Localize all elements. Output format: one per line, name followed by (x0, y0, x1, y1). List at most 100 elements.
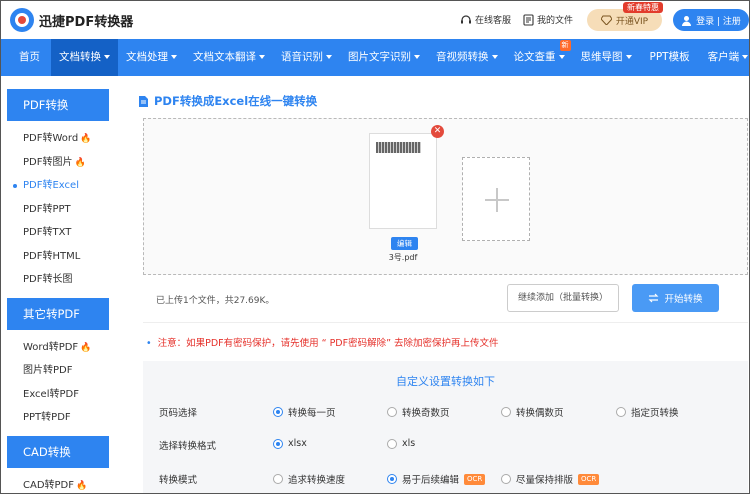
radio-convert-every-page[interactable]: 转换每一页 (273, 405, 336, 419)
sidebar-item-pdf-to-long-image[interactable]: PDF转长图 (7, 268, 109, 292)
diamond-icon (600, 15, 612, 25)
nav-item-doc-process[interactable]: 文档处理 (118, 39, 185, 76)
radio-convert-even-pages[interactable]: 转换偶数页 (501, 405, 564, 419)
notice-text: 注意：如果PDF有密码保护，请先使用 “ PDF密码解除” 去除加密保护再上传文… (157, 338, 499, 349)
nav-item-av[interactable]: 音视频转换 (428, 39, 506, 76)
sidebar-item-label: 图片转PDF (23, 365, 73, 376)
sidebar-item-label: Excel转PDF (23, 388, 79, 400)
nav-label: 思维导图 (580, 51, 623, 63)
chevron-down-icon (259, 55, 265, 59)
sidebar-item-label: PDF转Word (23, 133, 79, 144)
my-files-link[interactable]: 我的文件 (523, 13, 573, 26)
sidebar-item-label: PPT转PDF (23, 412, 71, 423)
upload-summary: 已上传1个文件，共27.69K。 (156, 296, 275, 306)
radio-mode-layout[interactable]: 尽量保持排版 OCR (501, 472, 600, 486)
password-notice: • 注意：如果PDF有密码保护，请先使用 “ PDF密码解除” 去除加密保护再上传… (146, 335, 499, 349)
document-icon (139, 95, 148, 107)
sidebar-item-pdf-to-image[interactable]: PDF转图片 🔥 (7, 151, 109, 175)
ocr-badge: OCR (464, 473, 486, 485)
start-convert-button[interactable]: 开始转换 (632, 284, 719, 312)
nav-label: 文档转换 (59, 51, 101, 63)
sidebar-item-label: CAD转PDF (23, 479, 75, 491)
radio-convert-odd-pages[interactable]: 转换奇数页 (387, 405, 450, 419)
sidebar-item-ppt-to-pdf[interactable]: PPT转PDF (7, 406, 109, 430)
radio-selected-icon (273, 438, 283, 449)
online-service-label: 在线客服 (475, 16, 512, 26)
nav-item-translate[interactable]: 文档文本翻译 (185, 39, 273, 76)
sidebar-item-label: PDF转图片 (23, 156, 73, 168)
nav-item-ppt[interactable]: PPT模板 (640, 39, 700, 76)
nav-label: 图片文字识别 (348, 51, 411, 63)
settings-title: 自定义设置转换如下 (396, 375, 495, 388)
nav-label: 首页 (19, 51, 40, 63)
chevron-down-icon (104, 55, 110, 59)
promo-badge: 新春特惠 (623, 2, 663, 13)
nav-item-mindmap[interactable]: 思维导图 (573, 39, 640, 76)
sidebar-item-word-to-pdf[interactable]: Word转PDF 🔥 (7, 336, 109, 360)
login-register-button[interactable]: 登录 | 注册 (673, 9, 749, 31)
sidebar-item-label: PDF转PPT (23, 203, 71, 215)
sidebar-section-pdf-convert[interactable]: PDF转换 (7, 89, 109, 121)
brand-name: 迅捷PDF转换器 (39, 15, 134, 30)
nav-item-ocr[interactable]: 图片文字识别 (340, 39, 428, 76)
nav-item-plagiarism[interactable]: 论文查重新 (506, 39, 573, 76)
sidebar-item-label: PDF转长图 (23, 274, 73, 285)
edit-file-button[interactable]: 编辑 (391, 237, 418, 250)
add-file-button[interactable] (462, 157, 530, 241)
new-badge: 新 (559, 40, 571, 51)
main-nav: 首页 文档转换 文档处理 文档文本翻译 语音识别 图片文字识别 音视频转换 论文… (1, 39, 749, 76)
radio-mode-speed[interactable]: 追求转换速度 (273, 472, 345, 486)
option-label: xls (402, 438, 416, 449)
divider (143, 322, 748, 323)
nav-item-speech[interactable]: 语音识别 (273, 39, 340, 76)
radio-icon (387, 438, 397, 449)
nav-item-client[interactable]: 客户端 (700, 39, 749, 76)
sidebar-item-image-to-pdf[interactable]: 图片转PDF (7, 359, 109, 383)
file-thumbnail[interactable] (369, 133, 437, 229)
sidebar-section-other-to-pdf[interactable]: 其它转PDF (7, 297, 109, 330)
my-files-label: 我的文件 (537, 16, 574, 26)
page-title-text: PDF转换成Excel在线一键转换 (154, 94, 318, 108)
sidebar-item-pdf-to-excel[interactable]: PDF转Excel (7, 174, 109, 198)
fire-icon: 🔥 (76, 480, 88, 491)
sidebar-item-pdf-to-word[interactable]: PDF转Word 🔥 (7, 127, 109, 151)
sidebar-item-excel-to-pdf[interactable]: Excel转PDF (7, 383, 109, 407)
bullet-icon: • (146, 338, 152, 349)
sidebar-item-pdf-to-txt[interactable]: PDF转TXT (7, 221, 109, 245)
sidebar-item-pdf-to-ppt[interactable]: PDF转PPT (7, 198, 109, 222)
option-label: 追求转换速度 (288, 475, 346, 486)
format-select-label: 选择转换格式 (159, 441, 217, 452)
option-label: xlsx (288, 438, 307, 449)
radio-mode-editable[interactable]: 易于后续编辑 OCR (387, 472, 486, 486)
sidebar-section-cad[interactable]: CAD转换 (7, 435, 109, 468)
radio-format-xlsx[interactable]: xlsx (273, 438, 307, 449)
online-service-link[interactable]: 在线客服 (460, 13, 511, 26)
nav-label: 客户端 (707, 51, 740, 63)
radio-format-xls[interactable]: xls (387, 438, 415, 449)
convert-arrows-icon (649, 293, 659, 303)
continue-add-button[interactable]: 继续添加（批量转换） (507, 284, 619, 312)
mode-select-label: 转换模式 (159, 475, 198, 486)
radio-icon (273, 474, 283, 484)
file-icon (523, 13, 534, 26)
sidebar-item-cad-to-pdf[interactable]: CAD转PDF 🔥 (7, 474, 109, 494)
sidebar-item-pdf-to-html[interactable]: PDF转HTML (7, 245, 109, 269)
fire-icon: 🔥 (80, 134, 92, 144)
file-drop-zone[interactable]: ✕ 编辑 3号.pdf (143, 118, 748, 275)
radio-icon (616, 407, 626, 417)
fire-icon: 🔥 (80, 342, 92, 353)
remove-file-icon[interactable]: ✕ (431, 125, 444, 138)
top-header: 迅捷PDF转换器 在线客服 我的文件 开通VIP 新春特惠 登录 | 注册 (1, 1, 749, 39)
radio-selected-icon (273, 407, 283, 417)
page-select-label: 页码选择 (159, 408, 198, 419)
radio-icon (387, 407, 397, 417)
chevron-down-icon (326, 55, 332, 59)
sidebar-item-label: PDF转TXT (23, 227, 72, 238)
nav-item-doc-convert[interactable]: 文档转换 (51, 39, 118, 76)
file-name: 3号.pdf (388, 253, 418, 262)
page-title: PDF转换成Excel在线一键转换 (139, 93, 317, 109)
sidebar-item-label: Word转PDF (23, 341, 79, 353)
sidebar-item-label: PDF转Excel (23, 180, 79, 191)
radio-specify-pages[interactable]: 指定页转换 (616, 405, 679, 419)
nav-item-home[interactable]: 首页 (1, 39, 51, 76)
